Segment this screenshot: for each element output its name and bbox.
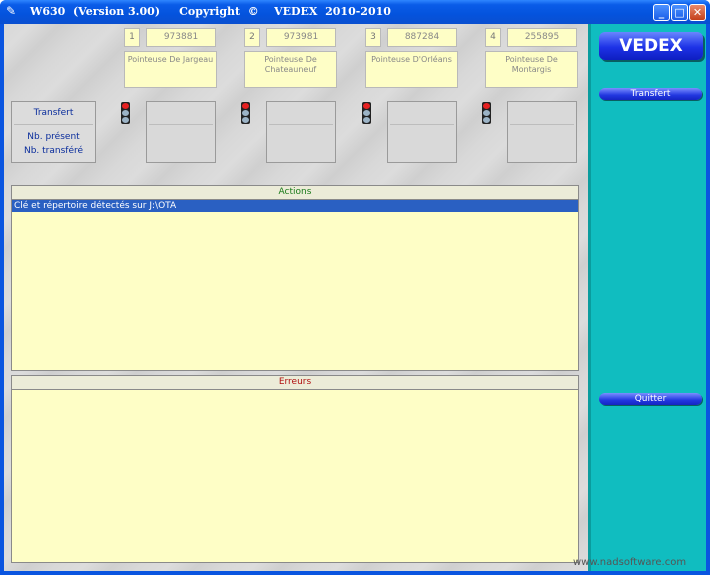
maximize-button[interactable]: □ xyxy=(671,4,688,21)
station-4-name: Pointeuse De Montargis xyxy=(485,51,578,88)
station-1-name: Pointeuse De Jargeau xyxy=(124,51,217,88)
station-4-counter-box xyxy=(507,101,577,163)
station-4-number: 4 xyxy=(485,28,501,47)
close-button[interactable]: ✕ xyxy=(689,4,706,21)
station-3-traffic-light-icon xyxy=(362,102,371,124)
client-area: 1 973881 Pointeuse De Jargeau 2 973981 P… xyxy=(4,24,706,571)
minimize-button[interactable]: _ xyxy=(653,4,670,21)
vedex-logo: VEDEX xyxy=(599,32,703,60)
main-panel: 1 973881 Pointeuse De Jargeau 2 973981 P… xyxy=(4,24,588,571)
app-icon: ✎ xyxy=(6,4,17,18)
errors-header: Erreurs xyxy=(12,376,578,390)
watermark: www.nadsoftware.com xyxy=(573,557,687,568)
app-window: ✎ W630 (Version 3.00) Copyright © VEDEX … xyxy=(0,0,710,575)
station-1-code: 973881 xyxy=(146,28,216,47)
transferred-count-label: Nb. transféré xyxy=(23,146,84,156)
window-title: W630 (Version 3.00) Copyright © VEDEX 20… xyxy=(30,5,391,18)
present-count-label: Nb. présent xyxy=(27,132,80,142)
station-1-traffic-light-icon xyxy=(121,102,130,124)
station-4-code: 255895 xyxy=(507,28,577,47)
station-3-name: Pointeuse D'Orléans xyxy=(365,51,458,88)
station-2-number: 2 xyxy=(244,28,260,47)
station-1-counter-box xyxy=(146,101,216,163)
station-3-counter-box xyxy=(387,101,457,163)
station-1-number: 1 xyxy=(124,28,140,47)
list-item[interactable]: Clé et répertoire détectés sur J:\OTA xyxy=(12,200,578,212)
station-2-code: 973981 xyxy=(266,28,336,47)
transfer-info-panel: Transfert Nb. présent Nb. transféré xyxy=(11,101,96,163)
title-bar[interactable]: ✎ W630 (Version 3.00) Copyright © VEDEX … xyxy=(0,0,710,24)
transfer-info-title: Transfert xyxy=(33,108,74,118)
quit-button[interactable]: Quitter xyxy=(599,393,702,405)
station-2-name: Pointeuse De Chateauneuf xyxy=(244,51,337,88)
errors-list[interactable]: Erreurs xyxy=(11,375,579,563)
side-panel: VEDEX Transfert Quitter xyxy=(588,24,706,571)
station-4-traffic-light-icon xyxy=(482,102,491,124)
actions-header: Actions xyxy=(12,186,578,200)
actions-list[interactable]: Actions Clé et répertoire détectés sur J… xyxy=(11,185,579,371)
station-2-counter-box xyxy=(266,101,336,163)
transfer-button[interactable]: Transfert xyxy=(599,88,702,100)
station-3-code: 887284 xyxy=(387,28,457,47)
station-2-traffic-light-icon xyxy=(241,102,250,124)
station-3-number: 3 xyxy=(365,28,381,47)
